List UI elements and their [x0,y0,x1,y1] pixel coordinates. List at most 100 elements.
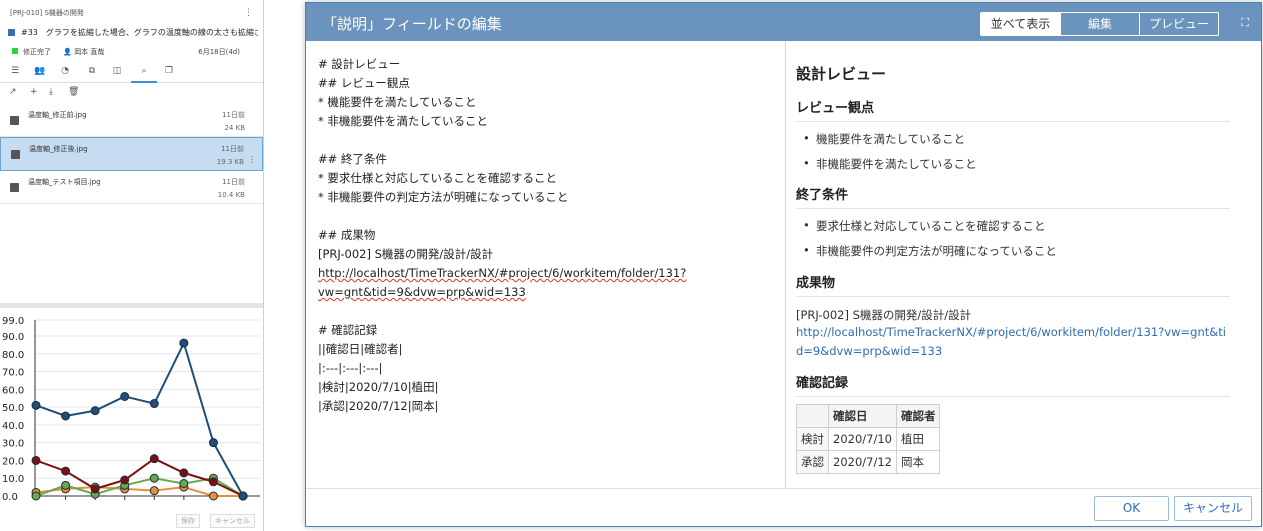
cancel-button-disabled[interactable]: キャンセル [210,514,255,528]
file-name: 温度軸_テスト項目.jpg [28,178,101,186]
task-checkbox-icon[interactable] [8,29,15,36]
editor-lines[interactable]: # 設計レビュー ## レビュー観点 * 機能要件を満たしていること * 非機能要件を… [318,55,686,416]
task-detail-panel: [PRJ-010] S機器の開発 ⋮ #33 グラフを拡縮した場合、グラフの温度… [0,0,264,531]
markdown-editor[interactable]: # 設計レビュー ## レビュー観点 * 機能要件を満たしていること * 非機能要件を… [306,41,786,488]
tab-side-by-side[interactable]: 並べて表示 [981,13,1060,35]
task-meta: 修正完了 👤 岡本 直哉 6月18日(4d) [12,47,252,57]
panel-divider[interactable] [0,303,263,308]
people-tab-icon[interactable]: 👥 [33,66,47,76]
due-date: 6月18日(4d) [198,48,240,56]
status-label: 修正完了 [23,48,51,56]
data-point [149,399,159,409]
fullscreen-icon[interactable]: ⛶ [1241,16,1249,30]
file-time: 11日前 [222,178,245,186]
table-header-cell: 確認者 [895,404,941,428]
preview-h2-exit: 終了条件 [796,184,1230,209]
data-point [179,468,189,478]
table-cell: 2020/7/10 [828,427,897,451]
y-tick-label: 90.0 [2,332,24,343]
download-icon[interactable]: ⤓ [49,87,53,97]
editor-line[interactable]: vw=gnt&tid=9&dvw=prp&wid=133 [318,283,686,302]
editor-line[interactable] [318,131,686,150]
link-tab-icon[interactable]: ❐ [162,66,176,76]
editor-line[interactable]: ## 成果物 [318,226,686,245]
y-tick-label: 40.0 [2,421,24,432]
table-row: 検討 2020/7/10 植田 [796,427,941,451]
ok-button[interactable]: OK [1094,496,1169,521]
save-button[interactable]: 保存 [176,514,200,528]
editor-line[interactable]: * 非機能要件を満たしていること [318,112,686,131]
editor-line[interactable]: |検討|2020/7/10|植田| [318,378,686,397]
list-item: 非機能要件の判定方法が明確になっていること [803,243,1057,259]
list-item: 非機能要件を満たしていること [803,156,977,172]
list-item: 機能要件を満たしていること [803,131,965,147]
time-tab-icon[interactable]: ◔ [58,66,72,76]
editor-line[interactable]: |:---|:---|:---| [318,359,686,378]
editor-line[interactable]: ## 終了条件 [318,150,686,169]
line-chart: 99.0 90.0 80.0 70.0 60.0 50.0 40.0 30.0 20.0 10.0… [0,312,263,512]
editor-line[interactable]: [PRJ-002] S機器の開発/設計/設計 [318,245,686,264]
table-header-cell [796,404,829,428]
chart-tab-icon[interactable]: ◫ [110,66,124,76]
cancel-button[interactable]: キャンセル [1174,496,1252,521]
data-point [61,411,71,421]
data-point [61,480,71,490]
data-point [179,479,189,489]
preview-h1: 設計レビュー [796,65,887,83]
editor-line[interactable]: ## レビュー観点 [318,74,686,93]
file-item-selected[interactable]: 温度軸_修正後.jpg 11日前 19.3 KB ⋮ [0,137,263,171]
project-path: [PRJ-010] S機器の開発 [10,9,84,17]
table-header-row: 確認日 確認者 [796,404,941,428]
editor-line[interactable]: * 機能要件を満たしていること [318,93,686,112]
editor-line[interactable]: ||確認日|確認者| [318,340,686,359]
editor-line[interactable]: # 確認記録 [318,321,686,340]
data-point [238,491,248,501]
file-size: 24 KB [224,124,245,132]
copy-tab-icon[interactable]: ⧉ [85,66,99,76]
data-point [31,400,41,410]
data-point [149,486,159,496]
file-toolbar: ↗ + ⤓ 🗑 [0,87,263,101]
editor-line[interactable]: http://localhost/TimeTrackerNX/#project/… [318,264,686,283]
assignee: 岡本 直哉 [74,48,105,56]
data-point [208,477,218,487]
table-header-cell: 確認日 [828,404,897,428]
file-item[interactable]: 温度軸_テスト項目.jpg 11日前 10.4 KB [0,171,263,204]
delete-icon[interactable]: 🗑 [68,87,79,97]
view-mode-switch: 並べて表示 編集 プレビュー [980,12,1219,36]
editor-line[interactable] [318,207,686,226]
table-cell: 承認 [796,450,829,474]
record-table: 確認日 確認者 検討 2020/7/10 植田 承認 2020/7/12 岡本 [796,404,941,474]
table-cell: 検討 [796,427,829,451]
data-point [31,491,41,501]
attachment-tab-icon[interactable]: ⌕ [131,66,157,83]
table-cell: 岡本 [895,450,941,474]
image-file-icon [10,116,19,125]
deliverable-link[interactable]: http://localhost/TimeTrackerNX/#project/… [796,323,1226,361]
y-tick-label: 60.0 [2,385,24,396]
file-more-icon[interactable]: ⋮ [248,155,256,164]
editor-line[interactable]: * 要求仕様と対応していることを確認すること [318,169,686,188]
tab-edit[interactable]: 編集 [1060,13,1139,35]
data-point [208,491,218,501]
data-point [120,391,130,401]
person-icon: 👤 [63,48,72,56]
file-item[interactable]: 温度軸_修正前.jpg 11日前 24 KB [0,104,263,137]
data-point [90,484,100,494]
data-point [179,338,189,348]
edit-description-dialog: 「説明」フィールドの編集 並べて表示 編集 プレビュー ⛶ # 設計レビュー ##… [305,2,1262,527]
editor-line[interactable]: * 非機能要件の判定方法が明確になっていること [318,188,686,207]
editor-line[interactable]: # 設計レビュー [318,55,686,74]
add-icon[interactable]: + [30,87,38,97]
open-icon[interactable]: ↗ [9,87,17,97]
y-tick-label: 10.0 [2,474,24,485]
more-vert-icon[interactable]: ⋮ [244,8,253,18]
data-point [149,454,159,464]
file-time: 11日前 [221,145,244,153]
y-tick-label: 50.0 [2,403,24,414]
tab-preview[interactable]: プレビュー [1139,13,1218,35]
table-cell: 植田 [895,427,941,451]
editor-line[interactable]: |承認|2020/7/12|岡本| [318,397,686,416]
editor-line[interactable] [318,302,686,321]
list-tab-icon[interactable]: ☰ [8,66,22,76]
